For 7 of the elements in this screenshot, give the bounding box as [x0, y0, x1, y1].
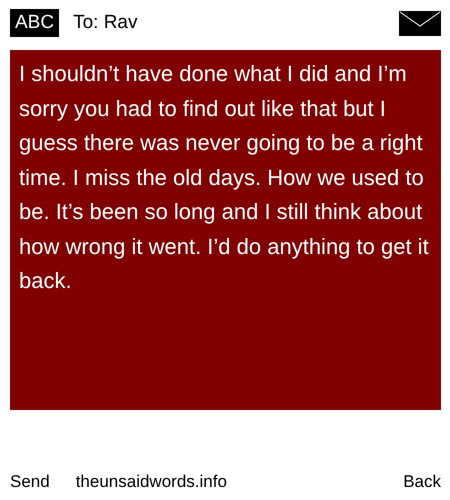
input-mode-badge: ABC: [10, 9, 60, 37]
back-softkey[interactable]: Back: [403, 472, 441, 492]
website-label: theunsaidwords.info: [76, 472, 227, 492]
envelope-icon: [399, 10, 441, 36]
message-body[interactable]: I shouldn’t have done what I did and I’m sorry you had to find out like that but I guess there was never going to be a right time. I miss the old days. How we used to be. It’s been so long and I still think about how wrong it went. I’d do anything to get it back.: [10, 50, 441, 410]
send-softkey[interactable]: Send: [10, 472, 50, 492]
recipient-label: To: Rav: [73, 12, 138, 34]
